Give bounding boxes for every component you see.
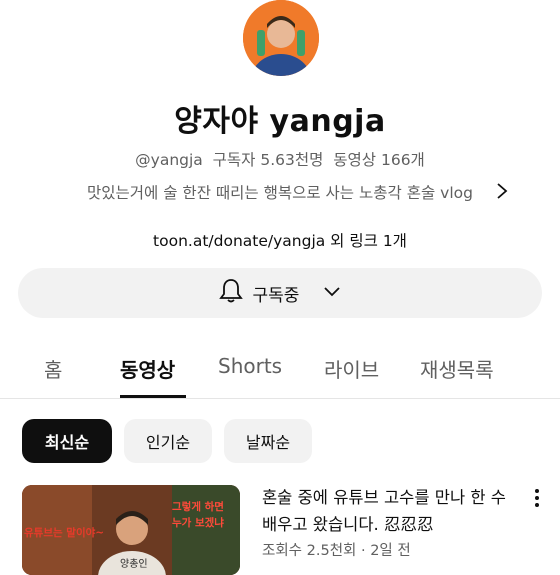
video-thumbnail[interactable]: 유튜브는 말이야~ 그렇게 하면 누가 보겠냐 양총인 xyxy=(22,485,240,575)
channel-link[interactable]: toon.at/donate/yangja 외 링크 1개 xyxy=(0,229,560,251)
video-title[interactable]: 혼술 중에 유튜브 고수를 만나 한 수 배우고 왔습니다. 忍忍忍 xyxy=(262,484,517,538)
channel-name: 양자야 yangja xyxy=(174,104,386,139)
more-vert-icon[interactable] xyxy=(530,486,544,510)
chevron-down-icon xyxy=(323,283,341,303)
tab-playlists[interactable]: 재생목록 xyxy=(420,354,494,383)
tab-shorts[interactable]: Shorts xyxy=(218,354,282,378)
channel-avatar[interactable] xyxy=(243,0,319,76)
thumbnail-caption-right-2: 누가 보겠냐 xyxy=(172,517,224,529)
subscribe-label: 구독중 xyxy=(252,285,300,306)
thumbnail-nametag: 양총인 xyxy=(120,559,148,570)
channel-description[interactable]: 맛있는거에 술 한잔 때리는 행복으로 사는 노총각 혼술 vlog xyxy=(0,181,560,203)
bell-icon xyxy=(218,278,243,309)
thumbnail-caption-right-1: 그렇게 하면 xyxy=(172,501,224,513)
active-tab-indicator xyxy=(120,395,186,398)
thumbnail-caption-left: 유튜브는 말이야~ xyxy=(24,527,105,539)
chip-oldest[interactable]: 날짜순 xyxy=(224,419,312,463)
tab-home[interactable]: 홈 xyxy=(44,354,62,383)
video-meta: 조회수 2.5천회 · 2일 전 xyxy=(262,543,411,559)
avatar-image xyxy=(243,0,319,76)
subscribe-button[interactable]: 구독중 xyxy=(18,268,542,318)
chip-popular[interactable]: 인기순 xyxy=(124,419,212,463)
channel-description-text: 맛있는거에 술 한잔 때리는 행복으로 사는 노총각 혼술 vlog xyxy=(87,184,473,202)
tab-live[interactable]: 라이브 xyxy=(324,354,379,383)
chevron-right-icon xyxy=(496,182,508,204)
channel-meta: @yangja 구독자 5.63천명 동영상 166개 xyxy=(135,151,425,169)
channel-tabs: 홈 동영상 Shorts 라이브 재생목록 xyxy=(0,340,560,399)
tab-videos[interactable]: 동영상 xyxy=(120,354,175,383)
chip-latest[interactable]: 최신순 xyxy=(22,419,112,463)
